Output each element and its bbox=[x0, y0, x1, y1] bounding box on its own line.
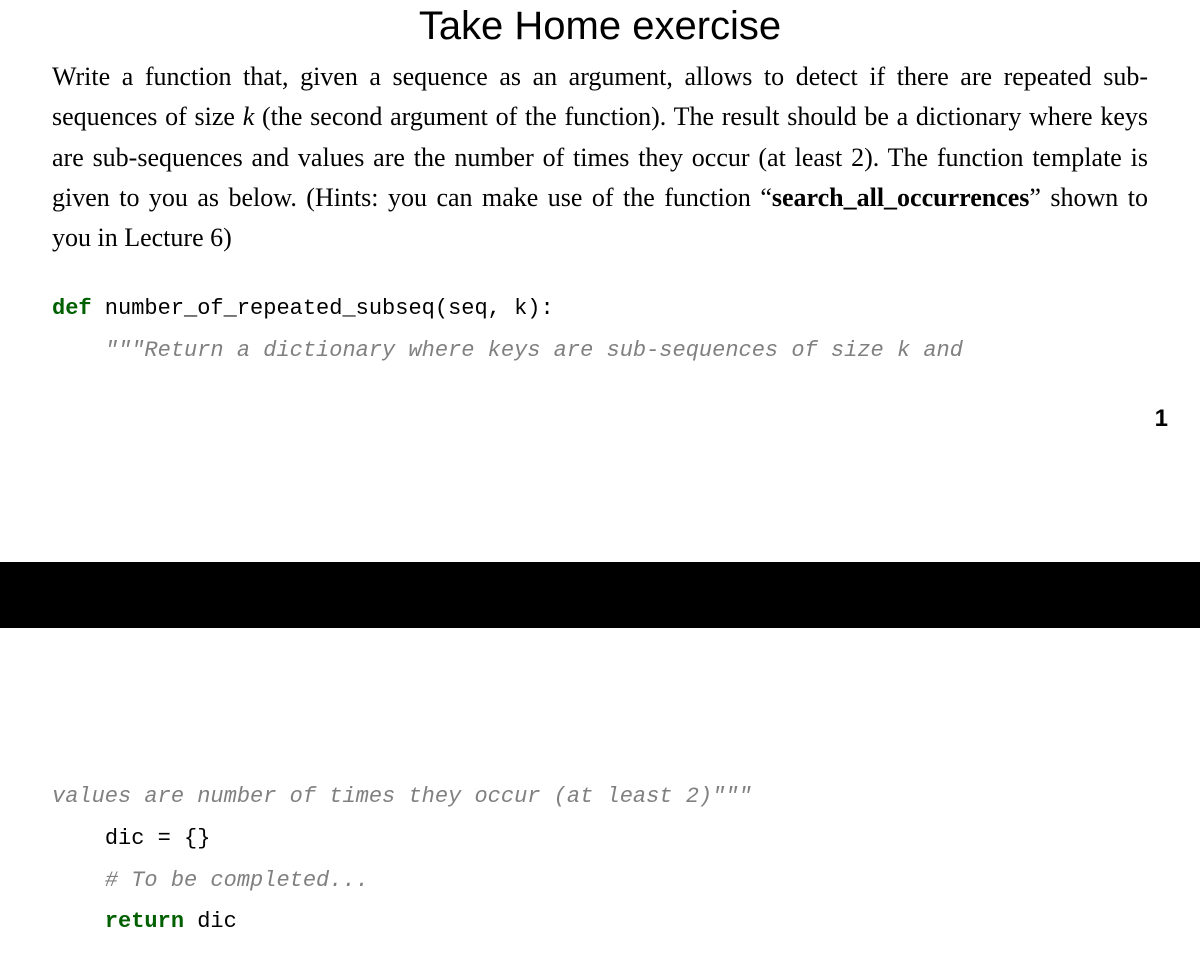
page-number: 1 bbox=[1155, 405, 1168, 433]
dic-init-line: dic = {} bbox=[105, 826, 211, 851]
black-band bbox=[0, 562, 1200, 628]
code-indent bbox=[52, 868, 105, 893]
code-block-bottom: values are number of times they occur (a… bbox=[52, 776, 1148, 943]
page-title: Take Home exercise bbox=[0, 0, 1200, 57]
return-tail: dic bbox=[184, 909, 237, 934]
code-block-top: def number_of_repeated_subseq(seq, k): "… bbox=[0, 258, 1200, 372]
docstring-line-1: """Return a dictionary where keys are su… bbox=[105, 338, 963, 363]
function-signature: number_of_repeated_subseq(seq, k): bbox=[92, 296, 554, 321]
keyword-return: return bbox=[105, 909, 184, 934]
prose-k: k bbox=[243, 102, 255, 131]
code-indent bbox=[52, 909, 105, 934]
code-indent bbox=[52, 826, 105, 851]
code-indent bbox=[52, 338, 105, 363]
keyword-def: def bbox=[52, 296, 92, 321]
prose-fn-ref: search_all_occurrences bbox=[772, 183, 1030, 212]
todo-comment: # To be completed... bbox=[105, 868, 369, 893]
exercise-prompt: Write a function that, given a sequence … bbox=[0, 57, 1200, 258]
docstring-line-2: values are number of times they occur (a… bbox=[52, 784, 752, 809]
